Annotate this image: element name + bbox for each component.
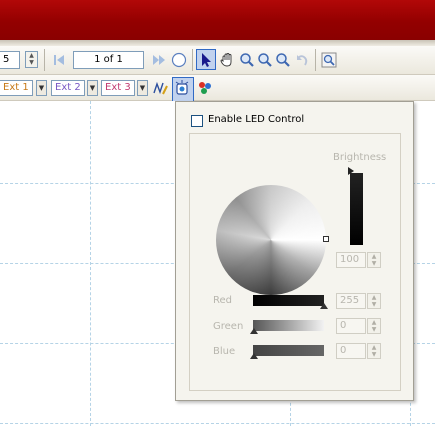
green-value-field[interactable]: 0 xyxy=(336,318,366,334)
compass-icon xyxy=(171,52,187,68)
palette-button[interactable] xyxy=(196,79,214,97)
blue-value-field[interactable]: 0 xyxy=(336,343,366,359)
red-slider-handle[interactable] xyxy=(320,303,328,309)
zoom-fit-icon xyxy=(321,52,337,68)
color-wheel[interactable] xyxy=(216,185,326,295)
page-indicator[interactable]: 1 of 1 xyxy=(73,51,144,69)
ext-2-button[interactable]: Ext 2 xyxy=(51,80,85,96)
led-control-icon xyxy=(175,80,189,95)
navigate-button[interactable] xyxy=(170,51,188,69)
color-wheel-handle[interactable] xyxy=(323,236,329,242)
zoom-in-button[interactable] xyxy=(238,51,256,69)
ext-3-dropdown[interactable]: ▼ xyxy=(137,80,148,96)
green-label: Green xyxy=(213,321,244,332)
blue-slider-handle[interactable] xyxy=(250,353,258,359)
enable-led-label: Enable LED Control xyxy=(208,114,305,125)
led-control-tool[interactable] xyxy=(172,77,194,99)
brightness-label: Brightness xyxy=(333,152,387,163)
ext-1-button[interactable]: Ext 1 xyxy=(0,80,33,96)
palette-icon xyxy=(199,82,211,94)
grid-line xyxy=(0,423,435,424)
brightness-spinner[interactable]: ▲ ▼ xyxy=(367,252,381,268)
next-page-button[interactable] xyxy=(150,51,170,69)
zoom-out-icon xyxy=(258,53,272,67)
blue-slider[interactable] xyxy=(253,345,324,356)
green-slider[interactable] xyxy=(253,320,324,331)
red-label: Red xyxy=(213,295,232,306)
ext-2-dropdown[interactable]: ▼ xyxy=(87,80,98,96)
toolbar-separator xyxy=(44,49,45,71)
enable-led-checkbox[interactable] xyxy=(191,115,203,127)
blue-label: Blue xyxy=(213,346,236,357)
arrow-pointer-icon xyxy=(202,52,211,67)
undo-icon xyxy=(297,55,308,66)
undo-button[interactable] xyxy=(293,51,311,69)
led-settings-group: Brightness 100 ▲ ▼ Red 255 ▲ ▼ Green 0 ▲ ▼ … xyxy=(189,133,401,391)
select-tool[interactable] xyxy=(196,49,216,70)
stroke-tool-icon xyxy=(153,81,168,95)
red-spinner[interactable]: ▲ ▼ xyxy=(367,293,381,309)
next-page-icon xyxy=(153,55,165,65)
zoom-area-button[interactable] xyxy=(274,51,292,69)
left-value-spinner[interactable]: ▲ ▼ xyxy=(25,51,38,68)
zoom-in-icon xyxy=(240,53,254,67)
red-value-field[interactable]: 255 xyxy=(336,293,366,309)
pan-tool-button[interactable] xyxy=(218,51,236,69)
brightness-value-field[interactable]: 100 xyxy=(336,252,366,268)
brightness-slider[interactable] xyxy=(350,173,363,245)
toolbar-separator xyxy=(192,49,193,71)
first-page-icon xyxy=(54,55,64,65)
left-value-field[interactable]: 5 xyxy=(0,51,20,69)
green-slider-handle[interactable] xyxy=(250,328,258,334)
ext-3-button[interactable]: Ext 3 xyxy=(101,80,135,96)
zoom-fit-button[interactable] xyxy=(320,51,338,69)
window-title-bar xyxy=(0,0,435,40)
ext-1-dropdown[interactable]: ▼ xyxy=(36,80,47,96)
toolbar-separator xyxy=(315,49,316,71)
green-spinner[interactable]: ▲ ▼ xyxy=(367,318,381,334)
blue-spinner[interactable]: ▲ ▼ xyxy=(367,343,381,359)
first-page-button[interactable] xyxy=(50,51,68,69)
red-slider[interactable] xyxy=(253,295,324,306)
zoom-area-icon xyxy=(276,53,290,67)
grid-line xyxy=(90,101,91,426)
zoom-out-button[interactable] xyxy=(256,51,274,69)
hand-icon xyxy=(220,53,232,67)
led-control-panel: Enable LED Control Brightness 100 ▲ ▼ Red… xyxy=(175,101,414,401)
stroke-tool-button[interactable] xyxy=(152,79,170,97)
